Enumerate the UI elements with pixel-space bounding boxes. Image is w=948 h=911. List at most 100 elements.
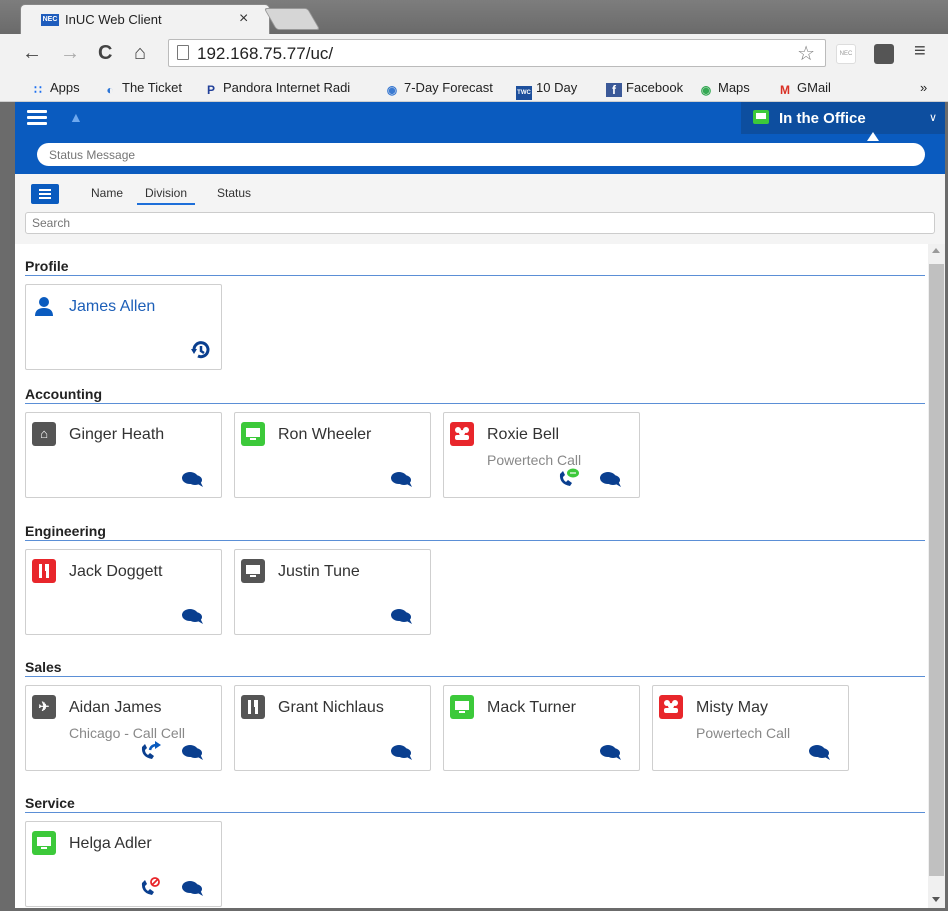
bookmark-10-day[interactable]: TWC 10 Day	[516, 80, 577, 100]
vertical-scrollbar[interactable]	[928, 244, 945, 908]
contact-card-grant-nichlaus[interactable]: Grant Nichlaus	[234, 685, 431, 771]
contact-name: Jack Doggett	[69, 563, 163, 580]
search-input[interactable]	[25, 212, 935, 234]
presence-dropdown[interactable]: In the Office ∨	[741, 102, 945, 134]
monitor-status-icon	[241, 559, 265, 583]
extension-icon[interactable]	[874, 44, 894, 64]
apps-icon: ∷	[34, 83, 42, 97]
contact-card-ron-wheeler[interactable]: Ron Wheeler	[234, 412, 431, 498]
call-forward-icon[interactable]	[139, 741, 161, 761]
section-header-service: Service	[25, 789, 925, 813]
nec-extension-icon[interactable]: NEC	[836, 44, 856, 64]
history-icon[interactable]	[189, 340, 211, 360]
section-header-engineering: Engineering	[25, 517, 925, 541]
chat-icon[interactable]	[181, 880, 203, 896]
bookmark-maps[interactable]: ◉ Maps	[698, 80, 750, 97]
chat-icon[interactable]	[599, 471, 621, 487]
forecast-icon: ◉	[386, 83, 398, 97]
tab-close-icon[interactable]: ×	[239, 10, 248, 28]
tab-title: InUC Web Client	[65, 12, 162, 27]
tab-status[interactable]: Status	[217, 186, 251, 200]
meeting-status-icon	[659, 695, 683, 719]
scroll-down-icon[interactable]	[932, 897, 940, 902]
scrollbar-thumb[interactable]	[929, 264, 944, 876]
back-arrow-icon[interactable]: ←	[22, 42, 42, 65]
contact-name: Justin Tune	[278, 563, 360, 580]
maps-icon: ◉	[700, 83, 712, 97]
scroll-up-icon[interactable]	[932, 248, 940, 253]
bookmark-star-icon[interactable]: ☆	[797, 41, 815, 66]
monitor-status-icon	[32, 831, 56, 855]
tab-division[interactable]: Division	[137, 186, 196, 205]
bookmark-7-day-forecast[interactable]: ◉ 7-Day Forecast	[384, 80, 493, 97]
list-view-button[interactable]	[31, 184, 59, 204]
contact-name: Aidan James	[69, 699, 162, 716]
contact-status-note: Chicago - Call Cell	[69, 725, 185, 741]
chat-icon[interactable]	[390, 471, 412, 487]
hamburger-menu-icon[interactable]	[27, 110, 47, 126]
chat-icon[interactable]	[390, 744, 412, 760]
bell-icon[interactable]: ▲	[69, 109, 83, 125]
gmail-icon: M	[780, 83, 790, 97]
new-tab-button[interactable]	[263, 8, 321, 30]
monitor-status-icon	[241, 422, 265, 446]
tab-name[interactable]: Name	[91, 186, 123, 200]
contact-card-misty-may[interactable]: Misty May Powertech Call	[652, 685, 849, 771]
page-icon	[177, 45, 189, 60]
browser-tab[interactable]: NEC InUC Web Client ×	[20, 4, 270, 34]
facebook-icon: f	[606, 83, 622, 97]
contact-card-aidan-james[interactable]: ✈ Aidan James Chicago - Call Cell	[25, 685, 222, 771]
home-status-icon: ⌂	[32, 422, 56, 446]
forward-arrow-icon[interactable]: →	[60, 42, 80, 65]
monitor-icon	[753, 110, 769, 124]
contact-card-roxie-bell[interactable]: Roxie Bell Powertech Call	[443, 412, 640, 498]
inuc-app: ▲ In the Office ∨ Name Division Status P…	[15, 102, 945, 908]
bookmark-gmail[interactable]: M GMail	[777, 80, 831, 97]
bookmark-apps[interactable]: ∷ Apps	[30, 80, 79, 97]
user-icon	[32, 294, 56, 318]
address-bar[interactable]: 192.168.75.77/uc/ ☆	[168, 39, 826, 67]
section-header-profile: Profile	[25, 252, 925, 276]
section-header-sales: Sales	[25, 653, 925, 677]
bookmark-pandora[interactable]: P Pandora Internet Radi	[203, 80, 350, 97]
contacts-list: Profile James Allen Accounting ⌂ Ginger …	[15, 244, 928, 908]
contact-status-note: Powertech Call	[696, 725, 791, 741]
bookmark-the-ticket[interactable]: ◐ The Ticket	[102, 80, 182, 97]
chat-icon[interactable]	[390, 608, 412, 624]
home-icon[interactable]: ⌂	[134, 42, 146, 65]
lunch-status-icon	[32, 559, 56, 583]
chat-icon[interactable]	[181, 744, 203, 760]
chat-icon[interactable]	[599, 744, 621, 760]
weather-channel-icon: TWC	[516, 86, 532, 100]
url-text: 192.168.75.77/uc/	[197, 44, 334, 63]
nec-favicon-icon: NEC	[41, 14, 59, 26]
contact-card-justin-tune[interactable]: Justin Tune	[234, 549, 431, 635]
phone-chat-icon[interactable]	[557, 468, 579, 488]
chat-icon[interactable]	[808, 744, 830, 760]
monitor-status-icon	[450, 695, 474, 719]
presence-label: In the Office	[779, 110, 866, 127]
contact-name: James Allen	[69, 298, 156, 315]
phone-dnd-icon[interactable]	[139, 877, 161, 897]
contact-card-mack-turner[interactable]: Mack Turner	[443, 685, 640, 771]
bookmarks-bar: ∷ Apps ◐ The Ticket P Pandora Internet Radi…	[0, 74, 948, 102]
contact-card-jack-doggett[interactable]: Jack Doggett	[25, 549, 222, 635]
contact-card-ginger-heath[interactable]: ⌂ Ginger Heath	[25, 412, 222, 498]
contact-status-note: Powertech Call	[487, 452, 582, 468]
lunch-status-icon	[241, 695, 265, 719]
app-top-bar: ▲ In the Office ∨	[15, 102, 945, 174]
contact-name: Grant Nichlaus	[278, 699, 384, 716]
menu-icon[interactable]: ≡	[914, 40, 926, 63]
section-header-accounting: Accounting	[25, 380, 925, 404]
contact-card-james-allen[interactable]: James Allen	[25, 284, 222, 370]
contact-card-helga-adler[interactable]: Helga Adler	[25, 821, 222, 907]
more-bookmarks-icon[interactable]: »	[920, 80, 927, 95]
reload-icon[interactable]: C	[98, 42, 112, 65]
bookmark-facebook[interactable]: f Facebook	[606, 80, 683, 97]
contact-name: Misty May	[696, 699, 768, 716]
status-message-input[interactable]	[37, 143, 925, 166]
chat-icon[interactable]	[181, 471, 203, 487]
ticket-icon: ◐	[106, 83, 114, 97]
chat-icon[interactable]	[181, 608, 203, 624]
presence-caret	[867, 132, 879, 141]
